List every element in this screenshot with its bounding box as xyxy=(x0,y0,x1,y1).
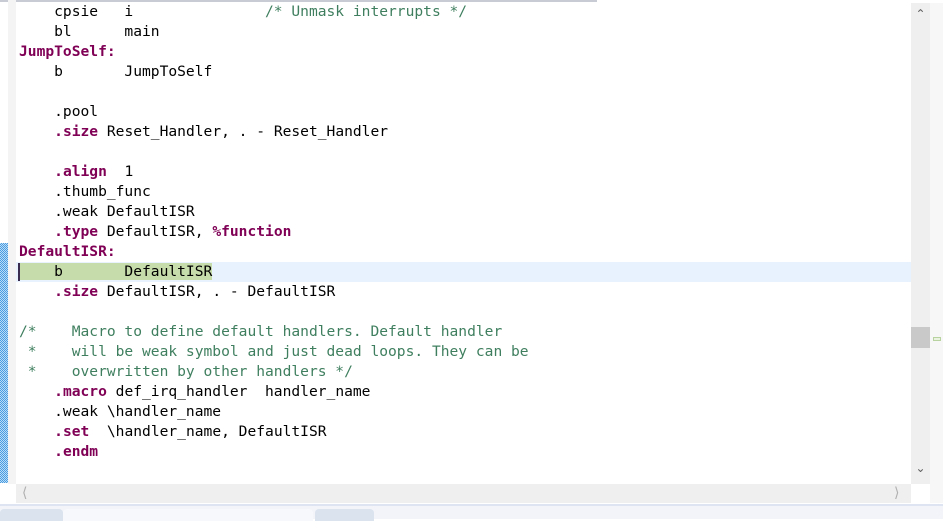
code-line[interactable] xyxy=(16,142,911,162)
keyword-token: .size xyxy=(54,123,99,140)
keyword-token: .type xyxy=(54,223,99,240)
code-line[interactable]: .type DefaultISR, %function xyxy=(16,222,911,242)
keyword-token: .macro xyxy=(54,383,107,400)
selected-text: b DefaultISR xyxy=(19,263,213,280)
scroll-left-icon[interactable]: ⟨ xyxy=(22,485,27,501)
code-editor[interactable]: cpsie i /* Unmask interrupts */ bl main J… xyxy=(16,2,911,484)
code-token: cpsie i xyxy=(19,3,266,20)
scroll-down-icon[interactable]: ⌄ xyxy=(911,461,930,475)
code-token: .weak DefaultISR xyxy=(19,203,195,220)
code-line[interactable]: bl main xyxy=(16,22,911,42)
code-token: b JumpToSelf xyxy=(19,63,213,80)
panel-tab[interactable] xyxy=(0,509,63,521)
change-indicator-bar xyxy=(0,243,8,483)
bottom-panel-tabs xyxy=(0,504,943,521)
code-line[interactable]: DefaultISR: xyxy=(16,242,911,262)
overview-ruler[interactable] xyxy=(930,3,943,503)
code-line[interactable] xyxy=(16,82,911,102)
code-line[interactable]: .weak DefaultISR xyxy=(16,202,911,222)
code-line[interactable]: .size DefaultISR, . - DefaultISR xyxy=(16,282,911,302)
code-line[interactable]: /* Macro to define default handlers. Def… xyxy=(16,322,911,342)
code-line[interactable] xyxy=(16,302,911,322)
code-line[interactable]: cpsie i /* Unmask interrupts */ xyxy=(16,2,911,22)
code-token: def_irq_handler handler_name xyxy=(106,383,371,400)
scroll-up-icon[interactable]: ⌃ xyxy=(911,7,930,21)
code-line[interactable]: .align 1 xyxy=(16,162,911,182)
code-line[interactable]: JumpToSelf: xyxy=(16,42,911,62)
code-token: DefaultISR, . - DefaultISR xyxy=(98,283,336,300)
code-token: .weak \handler_name xyxy=(19,403,222,420)
code-line[interactable]: .set \handler_name, DefaultISR xyxy=(16,422,911,442)
panel-tab[interactable] xyxy=(63,509,313,521)
code-line[interactable]: .size Reset_Handler, . - Reset_Handler xyxy=(16,122,911,142)
comment-token: /* Unmask interrupts */ xyxy=(265,3,468,20)
keyword-token: .set xyxy=(54,423,90,440)
keyword-token: .endm xyxy=(54,443,99,460)
text-caret xyxy=(18,263,20,281)
code-line[interactable]: .macro def_irq_handler handler_name xyxy=(16,382,911,402)
code-token: \handler_name, DefaultISR xyxy=(89,423,327,440)
code-token: .pool xyxy=(19,103,99,120)
code-line[interactable]: * will be weak symbol and just dead loop… xyxy=(16,342,911,362)
vertical-scroll-thumb[interactable] xyxy=(911,327,930,348)
code-line[interactable]: .weak \handler_name xyxy=(16,402,911,422)
keyword-token: .align xyxy=(54,163,107,180)
panel-tab[interactable] xyxy=(315,509,374,521)
code-token: .thumb_func xyxy=(19,183,151,200)
vertical-scrollbar[interactable]: ⌃ ⌄ xyxy=(911,3,930,484)
keyword-token: %function xyxy=(212,223,292,240)
code-line[interactable]: .thumb_func xyxy=(16,182,911,202)
keyword-token: .size xyxy=(54,283,99,300)
code-line[interactable]: b JumpToSelf xyxy=(16,62,911,82)
keyword-token: DefaultISR: xyxy=(19,243,116,260)
current-code-line[interactable]: b DefaultISR xyxy=(16,262,911,282)
code-token: bl main xyxy=(19,23,160,40)
code-line[interactable]: * overwritten by other handlers */ xyxy=(16,362,911,382)
comment-token: * overwritten by other handlers */ xyxy=(19,363,353,380)
comment-token: * will be weak symbol and just dead loop… xyxy=(19,343,529,360)
keyword-token: JumpToSelf: xyxy=(19,43,116,60)
code-line[interactable]: .pool xyxy=(16,102,911,122)
overview-marker[interactable] xyxy=(933,337,941,341)
code-token: DefaultISR, xyxy=(98,223,213,240)
scroll-right-icon[interactable]: ⟩ xyxy=(894,485,899,501)
editor-gutter[interactable] xyxy=(8,0,16,484)
comment-token: /* Macro to define default handlers. Def… xyxy=(19,323,503,340)
code-token: Reset_Handler, . - Reset_Handler xyxy=(98,123,389,140)
horizontal-scrollbar[interactable]: ⟨ ⟩ xyxy=(16,484,911,503)
code-line[interactable]: .endm xyxy=(16,442,911,462)
code-token: 1 xyxy=(106,163,134,180)
